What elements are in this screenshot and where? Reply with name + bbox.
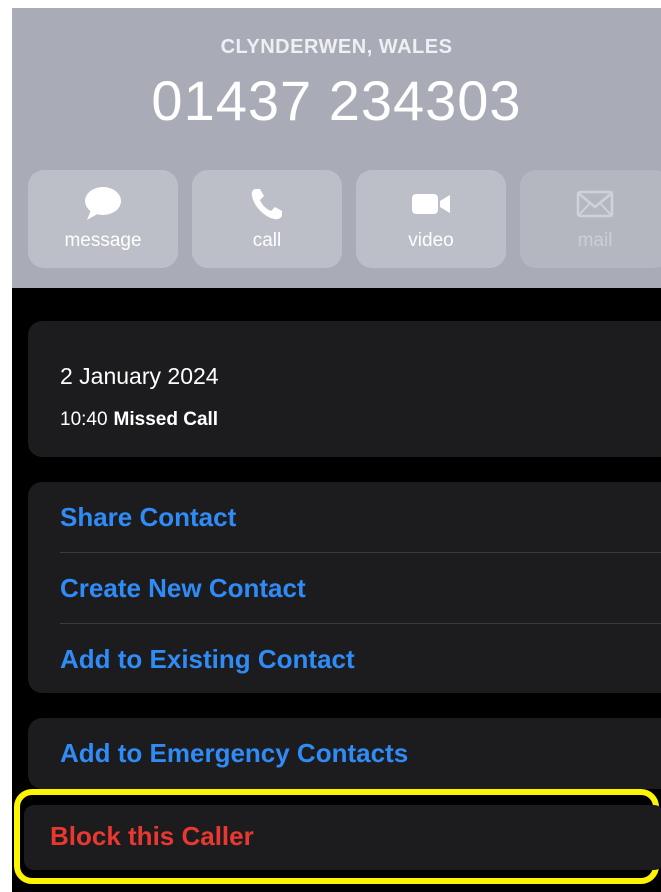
mail-button[interactable]: mail xyxy=(520,170,661,268)
phone-icon xyxy=(192,186,342,222)
recent-call-card: 2 January 2024 10:40 Missed Call xyxy=(28,321,661,457)
contact-detail-screen: CLYNDERWEN, WALES 01437 234303 message c… xyxy=(12,8,661,892)
create-new-contact-button[interactable]: Create New Contact xyxy=(60,553,661,623)
block-caller-button[interactable]: Block this Caller xyxy=(24,805,661,870)
emergency-card: Add to Emergency Contacts xyxy=(28,718,661,789)
call-date: 2 January 2024 xyxy=(60,363,219,389)
message-bubble-icon xyxy=(28,186,178,222)
caller-location: CLYNDERWEN, WALES xyxy=(220,36,453,58)
call-label: call xyxy=(252,230,282,251)
call-status: Missed Call xyxy=(113,409,219,430)
highlight-frame: Block this Caller xyxy=(14,789,661,884)
video-button[interactable]: video xyxy=(356,170,506,268)
contact-options-card: Share Contact Create New Contact Add to … xyxy=(28,482,661,693)
block-caller-label: Block this Caller xyxy=(50,821,254,851)
envelope-icon xyxy=(520,186,661,222)
call-button[interactable]: call xyxy=(192,170,342,268)
add-to-emergency-contacts-button[interactable]: Add to Emergency Contacts xyxy=(60,718,661,788)
share-contact-button[interactable]: Share Contact xyxy=(60,482,661,552)
call-time: 10:40 xyxy=(60,409,108,430)
call-time-row: 10:40 Missed Call xyxy=(60,409,218,431)
video-camera-icon xyxy=(356,186,506,222)
mail-label: mail xyxy=(577,230,613,251)
contact-header: CLYNDERWEN, WALES 01437 234303 message c… xyxy=(12,8,661,288)
add-to-existing-contact-button[interactable]: Add to Existing Contact xyxy=(60,624,661,694)
message-label: message xyxy=(64,230,142,251)
quick-actions: message call video mail xyxy=(28,170,661,268)
caller-number: 01437 234303 xyxy=(151,69,522,132)
message-button[interactable]: message xyxy=(28,170,178,268)
video-label: video xyxy=(408,230,454,251)
